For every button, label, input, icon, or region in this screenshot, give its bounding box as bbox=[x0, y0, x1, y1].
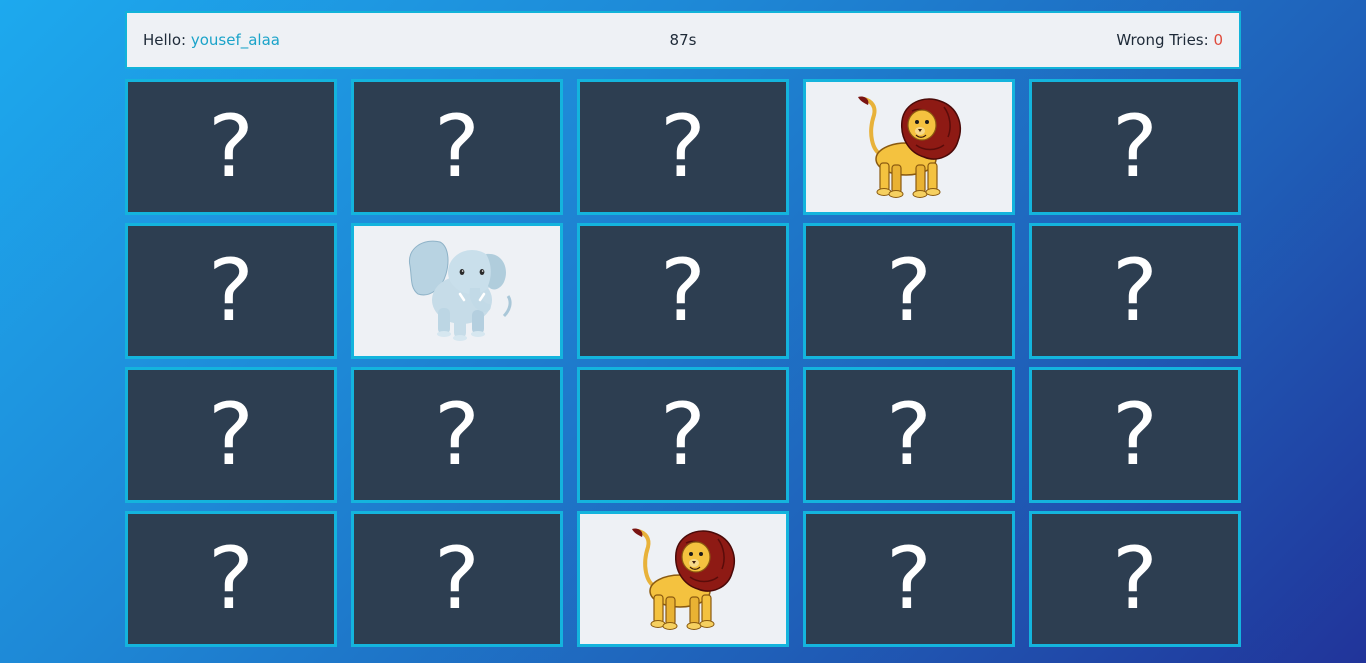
card-r1-c1[interactable]: ? bbox=[125, 79, 337, 215]
question-mark-icon: ? bbox=[208, 385, 254, 485]
player-info: Hello: yousef_alaa bbox=[143, 31, 443, 49]
card-r1-c5[interactable]: ? bbox=[1029, 79, 1241, 215]
question-mark-icon: ? bbox=[434, 385, 480, 485]
card-r3-c1[interactable]: ? bbox=[125, 367, 337, 503]
card-r4-c5[interactable]: ? bbox=[1029, 511, 1241, 647]
card-r3-c3[interactable]: ? bbox=[577, 367, 789, 503]
card-r1-c4[interactable] bbox=[803, 79, 1015, 215]
question-mark-icon: ? bbox=[434, 97, 480, 197]
lion-icon bbox=[858, 96, 961, 198]
question-mark-icon: ? bbox=[1112, 97, 1158, 197]
card-r2-c1[interactable]: ? bbox=[125, 223, 337, 359]
card-r3-c4[interactable]: ? bbox=[803, 367, 1015, 503]
card-r2-c2[interactable] bbox=[351, 223, 563, 359]
card-r4-c2[interactable]: ? bbox=[351, 511, 563, 647]
card-grid: ??? ?? ? ? ? ? ? ? ? ? ? ? ? ? bbox=[125, 79, 1241, 647]
question-mark-icon: ? bbox=[1112, 241, 1158, 341]
lion-icon bbox=[632, 528, 735, 630]
card-r1-c3[interactable]: ? bbox=[577, 79, 789, 215]
card-r3-c2[interactable]: ? bbox=[351, 367, 563, 503]
question-mark-icon: ? bbox=[208, 241, 254, 341]
question-mark-icon: ? bbox=[208, 529, 254, 629]
card-r2-c4[interactable]: ? bbox=[803, 223, 1015, 359]
question-mark-icon: ? bbox=[660, 97, 706, 197]
player-name: yousef_alaa bbox=[190, 31, 280, 49]
card-r4-c1[interactable]: ? bbox=[125, 511, 337, 647]
game-info-bar: Hello: yousef_alaa 87s Wrong Tries: 0 bbox=[125, 11, 1241, 69]
question-mark-icon: ? bbox=[434, 529, 480, 629]
question-mark-icon: ? bbox=[1112, 529, 1158, 629]
question-mark-icon: ? bbox=[208, 97, 254, 197]
card-r2-c3[interactable]: ? bbox=[577, 223, 789, 359]
question-mark-icon: ? bbox=[660, 385, 706, 485]
wrong-tries-count: 0 bbox=[1213, 31, 1223, 49]
wrong-tries: Wrong Tries: 0 bbox=[923, 31, 1223, 49]
question-mark-icon: ? bbox=[886, 385, 932, 485]
question-mark-icon: ? bbox=[660, 241, 706, 341]
timer: 87s bbox=[669, 31, 697, 49]
question-mark-icon: ? bbox=[886, 241, 932, 341]
card-r4-c3[interactable] bbox=[577, 511, 789, 647]
card-r1-c2[interactable]: ? bbox=[351, 79, 563, 215]
wrong-tries-label: Wrong Tries: bbox=[1116, 31, 1209, 49]
card-r4-c4[interactable]: ? bbox=[803, 511, 1015, 647]
question-mark-icon: ? bbox=[886, 529, 932, 629]
card-r3-c5[interactable]: ? bbox=[1029, 367, 1241, 503]
elephant-icon bbox=[408, 240, 512, 341]
question-mark-icon: ? bbox=[1112, 385, 1158, 485]
hello-label: Hello: bbox=[143, 31, 187, 49]
card-r2-c5[interactable]: ? bbox=[1029, 223, 1241, 359]
